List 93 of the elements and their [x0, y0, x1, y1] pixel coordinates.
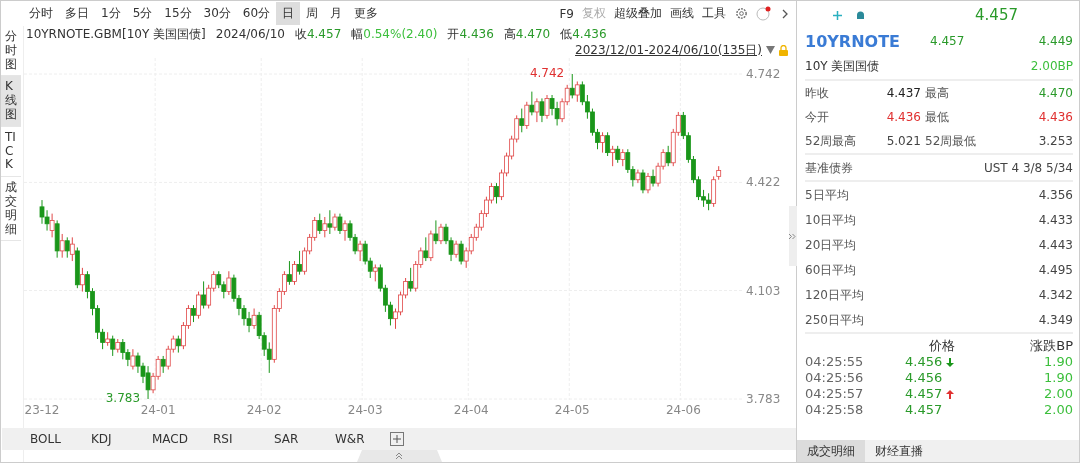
symbol-title: 10YRNOTE: [805, 31, 900, 51]
quote-field: 高4.470: [503, 25, 551, 43]
axis-label: 24-03: [347, 403, 383, 417]
average-value: 4.349: [1038, 311, 1073, 329]
column-header: 价格: [928, 338, 956, 354]
change-bp: 2.00BP: [1030, 59, 1073, 73]
average-value: 4.495: [1038, 261, 1073, 279]
toolbar-button[interactable]: F9: [555, 3, 578, 24]
tick-change: 1.90: [1043, 370, 1073, 386]
axis-label: 4.742: [746, 67, 781, 81]
average-label: 250日平均: [805, 311, 864, 329]
benchmark-label: 基准债券: [805, 159, 853, 177]
stat-label: 52周最低: [924, 133, 978, 150]
quote-field: 收4.457: [294, 25, 342, 43]
axis-label: 24-04: [453, 403, 489, 417]
price-marker: 3.783: [105, 391, 141, 405]
period-tab[interactable]: 月: [324, 2, 349, 25]
average-value: 4.443: [1038, 236, 1073, 254]
ask-price: 4.449: [1038, 34, 1073, 48]
price-marker: 4.742: [529, 66, 565, 80]
tick-time: 04:25:58: [805, 402, 865, 418]
period-tab[interactable]: 周: [300, 2, 325, 25]
axis-label: 24-06: [665, 403, 701, 417]
indicator-tab[interactable]: MACD: [146, 432, 207, 447]
stat-label: 52周最高: [805, 133, 858, 150]
period-tab[interactable]: 更多: [348, 2, 385, 25]
tick-price: 4.457: [905, 402, 943, 418]
indicator-tab[interactable]: RSI: [207, 432, 268, 447]
instrument-name: 10Y 美国国债: [805, 57, 880, 75]
period-tab[interactable]: 5分: [126, 2, 159, 25]
average-value: 4.342: [1038, 286, 1073, 304]
indicator-tab[interactable]: BOLL: [24, 432, 85, 447]
period-tab[interactable]: 15分: [158, 2, 198, 25]
side-tab[interactable]: TICK: [1, 126, 21, 178]
average-label: 5日平均: [805, 186, 849, 204]
axis-label: 24-01: [140, 403, 176, 417]
average-value: 4.356: [1038, 186, 1073, 204]
period-tab[interactable]: 分时: [23, 2, 59, 25]
last-price: 4.457: [975, 6, 1018, 24]
average-label: 60日平均: [805, 261, 857, 279]
stat-value: 4.437: [885, 85, 921, 102]
period-tab[interactable]: 多日: [59, 2, 95, 25]
tick-time: 04:25:57: [805, 386, 865, 402]
axis-label: 4.103: [746, 283, 781, 298]
quote-field: 开4.436: [447, 25, 494, 43]
panel-tab[interactable]: 成交明细: [797, 440, 865, 462]
tick-change: 2.00: [1043, 402, 1073, 418]
stat-value: 4.470: [1037, 85, 1073, 102]
tick-price: 4.456: [905, 354, 943, 370]
indicator-tab[interactable]: SAR: [268, 432, 329, 447]
period-tab[interactable]: 日: [276, 2, 301, 25]
stat-value: 4.436: [885, 109, 921, 126]
axis-label: 23-12: [24, 403, 60, 417]
stat-label: 最高: [924, 85, 950, 102]
period-tab[interactable]: 1分: [95, 2, 127, 25]
side-tab[interactable]: K线图: [1, 76, 21, 127]
tick-price: 4.457: [905, 386, 943, 402]
quote-field: 幅0.54%(2.40): [351, 25, 438, 43]
tick-time: 04:25:55: [805, 354, 865, 370]
quote-field: 低4.436: [560, 25, 607, 43]
average-label: 10日平均: [805, 211, 857, 229]
stat-value: 3.253: [1037, 133, 1073, 150]
axis-label: 4.422: [746, 175, 781, 190]
column-header: 涨跌BP: [1029, 338, 1073, 354]
side-tab[interactable]: 成交明细: [1, 177, 21, 242]
average-value: 4.433: [1038, 211, 1073, 229]
tick-price: 4.456: [905, 370, 943, 386]
panel-tab[interactable]: 财经直播: [865, 440, 933, 462]
period-tab[interactable]: 60分: [236, 2, 277, 25]
tick-change: 1.90: [1043, 354, 1073, 370]
axis-label: 24-02: [246, 403, 282, 417]
quote-date: 2024/06/10: [215, 27, 285, 41]
stat-value: 5.021: [885, 133, 921, 150]
toolbar-button[interactable]: 画线: [666, 2, 698, 25]
stat-label: 最低: [924, 109, 950, 126]
tick-time: 04:25:56: [805, 370, 865, 386]
average-label: 120日平均: [805, 286, 864, 304]
axis-label: 24-05: [554, 403, 590, 417]
tick-change: 2.00: [1043, 386, 1073, 402]
stat-label: 今开: [805, 109, 830, 126]
benchmark-value: UST 4 3/8 5/34: [983, 159, 1073, 177]
stat-label: 昨收: [805, 85, 830, 102]
period-tab[interactable]: 30分: [197, 2, 237, 25]
stat-value: 4.436: [1037, 109, 1073, 126]
indicator-tab[interactable]: KDJ: [85, 432, 146, 447]
symbol-name: 10YRNOTE.GBM[10Y 美国国债]: [26, 25, 206, 43]
bid-price: 4.457: [930, 34, 965, 48]
indicator-tab[interactable]: W&R: [329, 432, 390, 447]
toolbar-button[interactable]: 超级叠加: [610, 2, 666, 25]
average-label: 20日平均: [805, 236, 857, 254]
date-range-link[interactable]: 2023/12/01-2024/06/10(135日): [575, 41, 762, 59]
axis-label: 3.783: [746, 392, 781, 406]
toolbar-button[interactable]: 工具: [698, 2, 730, 25]
